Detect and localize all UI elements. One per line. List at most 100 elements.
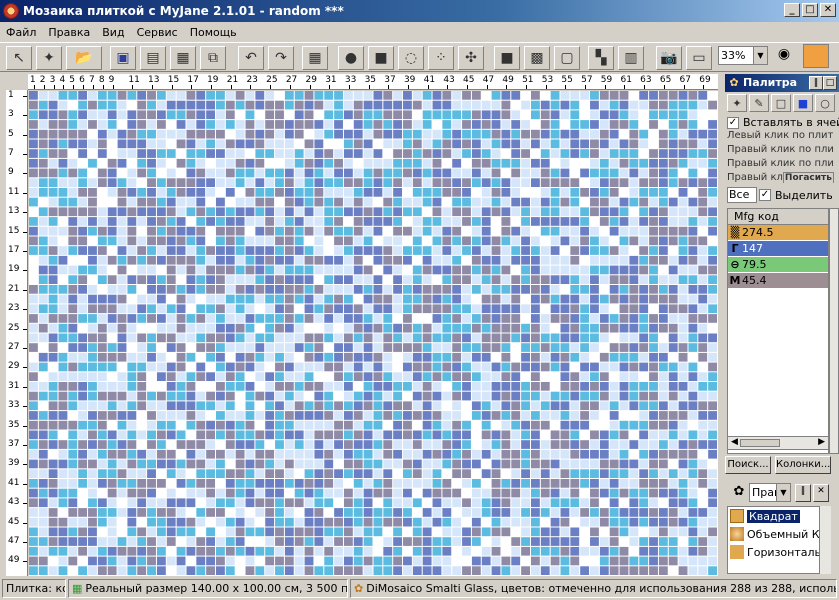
mosaic-tile[interactable] xyxy=(58,207,68,217)
mosaic-tile[interactable] xyxy=(38,207,48,217)
mosaic-tile[interactable] xyxy=(68,207,78,217)
mosaic-tile[interactable] xyxy=(363,459,373,469)
mosaic-tile[interactable] xyxy=(383,469,393,478)
mosaic-tile[interactable] xyxy=(452,508,462,517)
mosaic-tile[interactable] xyxy=(619,323,629,333)
mosaic-tile[interactable] xyxy=(462,382,471,391)
mosaic-tile[interactable] xyxy=(658,498,668,508)
mosaic-tile[interactable] xyxy=(353,362,363,372)
mosaic-tile[interactable] xyxy=(422,304,432,314)
mosaic-tile[interactable] xyxy=(530,556,540,566)
mosaic-tile[interactable] xyxy=(284,508,294,517)
mosaic-tile[interactable] xyxy=(580,498,590,508)
mosaic-tile[interactable] xyxy=(176,91,186,100)
mosaic-tile[interactable] xyxy=(107,488,117,498)
mosaic-tile[interactable] xyxy=(147,382,156,391)
mosaic-tile[interactable] xyxy=(29,120,38,129)
mosaic-tile[interactable] xyxy=(48,527,58,537)
mosaic-tile[interactable] xyxy=(265,275,275,284)
mosaic-tile[interactable] xyxy=(609,304,619,314)
mosaic-tile[interactable] xyxy=(698,139,708,149)
mosaic-tile[interactable] xyxy=(580,527,590,537)
mosaic-tile[interactable] xyxy=(442,469,452,478)
mosaic-tile[interactable] xyxy=(403,149,412,158)
mosaic-tile[interactable] xyxy=(560,158,570,168)
mosaic-tile[interactable] xyxy=(245,314,255,323)
mosaic-tile[interactable] xyxy=(58,440,68,449)
mosaic-tile[interactable] xyxy=(560,430,570,440)
mosaic-tile[interactable] xyxy=(166,382,176,391)
mosaic-tile[interactable] xyxy=(550,469,560,478)
mosaic-tile[interactable] xyxy=(127,197,137,207)
mosaic-tile[interactable] xyxy=(668,91,678,100)
mosaic-tile[interactable] xyxy=(609,149,619,158)
mosaic-tile[interactable] xyxy=(491,440,501,449)
mosaic-tile[interactable] xyxy=(599,449,609,459)
mosaic-tile[interactable] xyxy=(294,440,304,449)
mosaic-tile[interactable] xyxy=(245,498,255,508)
mosaic-tile[interactable] xyxy=(68,275,78,284)
mosaic-tile[interactable] xyxy=(78,333,88,343)
mosaic-tile[interactable] xyxy=(452,391,462,401)
mosaic-tile[interactable] xyxy=(629,207,639,217)
mosaic-tile[interactable] xyxy=(186,236,196,246)
mosaic-tile[interactable] xyxy=(304,217,314,226)
mosaic-tile[interactable] xyxy=(334,158,343,168)
mosaic-tile[interactable] xyxy=(225,556,235,566)
mosaic-tile[interactable] xyxy=(29,420,38,430)
mosaic-tile[interactable] xyxy=(156,459,166,469)
mosaic-tile[interactable] xyxy=(78,537,88,546)
mosaic-tile[interactable] xyxy=(147,304,156,314)
mosaic-tile[interactable] xyxy=(343,110,353,120)
mosaic-tile[interactable] xyxy=(275,304,284,314)
mosaic-tile[interactable] xyxy=(206,401,216,411)
mosaic-tile[interactable] xyxy=(137,333,147,343)
mosaic-tile[interactable] xyxy=(166,527,176,537)
mosaic-tile[interactable] xyxy=(383,168,393,178)
mosaic-tile[interactable] xyxy=(38,469,48,478)
mosaic-tile[interactable] xyxy=(452,217,462,226)
mosaic-tile[interactable] xyxy=(68,537,78,546)
mosaic-tile[interactable] xyxy=(216,255,225,265)
mosaic-tile[interactable] xyxy=(373,459,383,469)
mosaic-tile[interactable] xyxy=(58,255,68,265)
mosaic-tile[interactable] xyxy=(629,479,639,488)
mosaic-tile[interactable] xyxy=(373,391,383,401)
blue-square-button[interactable]: ■ xyxy=(793,94,813,112)
mosaic-tile[interactable] xyxy=(609,188,619,197)
mosaic-tile[interactable] xyxy=(688,110,698,120)
mosaic-tile[interactable] xyxy=(412,149,422,158)
mosaic-tile[interactable] xyxy=(521,275,530,284)
mosaic-tile[interactable] xyxy=(156,537,166,546)
mosaic-tile[interactable] xyxy=(570,352,580,362)
mosaic-tile[interactable] xyxy=(29,498,38,508)
mosaic-tile[interactable] xyxy=(658,168,668,178)
mosaic-tile[interactable] xyxy=(206,469,216,478)
mosaic-tile[interactable] xyxy=(38,343,48,352)
mosaic-tile[interactable] xyxy=(334,265,343,275)
mosaic-tile[interactable] xyxy=(491,197,501,207)
mosaic-tile[interactable] xyxy=(471,149,481,158)
mosaic-tile[interactable] xyxy=(649,314,658,323)
mosaic-tile[interactable] xyxy=(511,449,521,459)
mosaic-tile[interactable] xyxy=(432,546,442,556)
mosaic-tile[interactable] xyxy=(137,440,147,449)
mosaic-tile[interactable] xyxy=(521,255,530,265)
mosaic-tile[interactable] xyxy=(698,546,708,556)
mosaic-tile[interactable] xyxy=(422,178,432,187)
mosaic-tile[interactable] xyxy=(678,285,688,294)
mosaic-tile[interactable] xyxy=(373,226,383,236)
mosaic-tile[interactable] xyxy=(403,226,412,236)
mosaic-tile[interactable] xyxy=(48,430,58,440)
mosaic-tile[interactable] xyxy=(373,440,383,449)
mosaic-tile[interactable] xyxy=(156,100,166,110)
mosaic-tile[interactable] xyxy=(403,188,412,197)
mosaic-tile[interactable] xyxy=(97,382,107,391)
mosaic-tile[interactable] xyxy=(275,401,284,411)
mosaic-tile[interactable] xyxy=(186,188,196,197)
mosaic-tile[interactable] xyxy=(452,566,462,575)
mosaic-tile[interactable] xyxy=(206,459,216,469)
mosaic-tile[interactable] xyxy=(599,314,609,323)
mosaic-tile[interactable] xyxy=(373,430,383,440)
mosaic-tile[interactable] xyxy=(422,246,432,255)
